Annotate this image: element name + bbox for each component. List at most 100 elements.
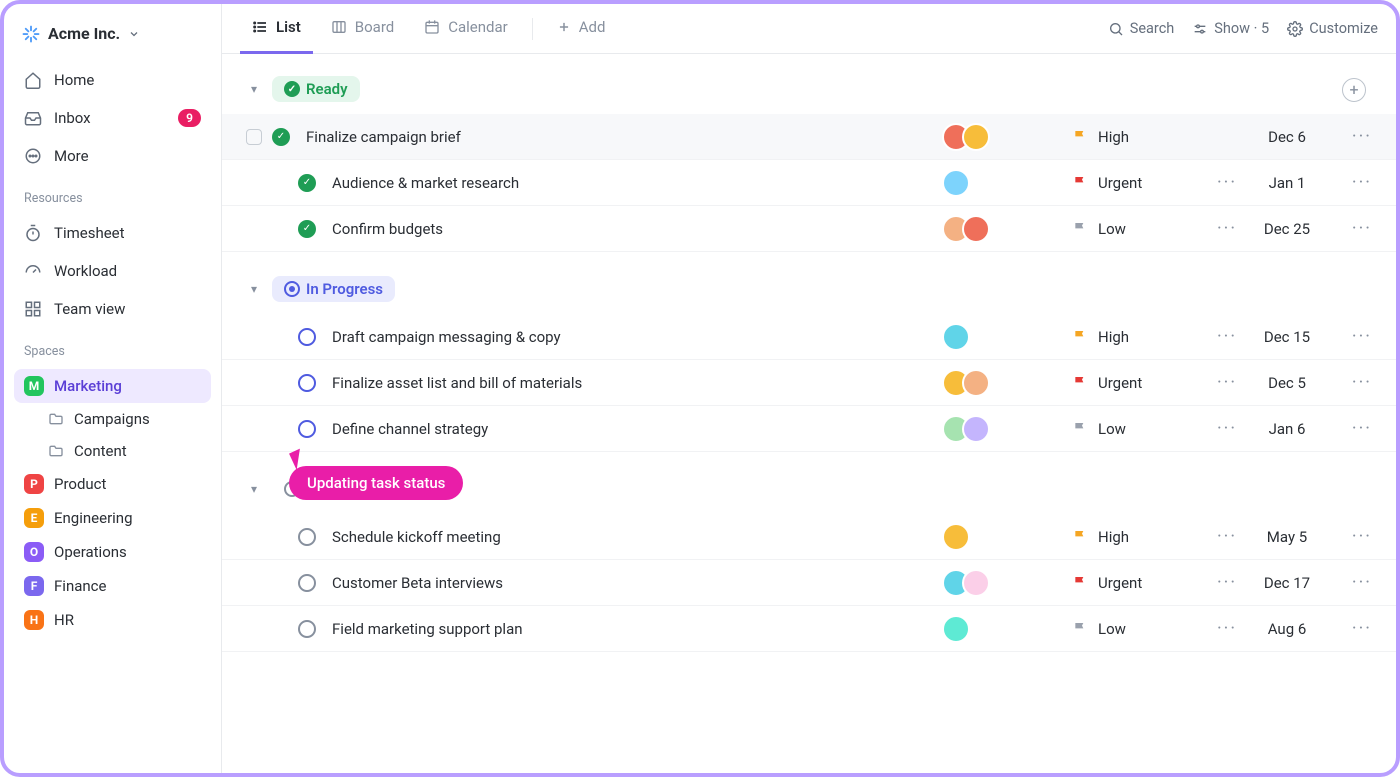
task-row[interactable]: ✓ Confirm budgets Low ··· Dec 25 ··· (222, 206, 1396, 252)
add-task-button[interactable]: + (1342, 76, 1372, 102)
avatar[interactable] (942, 169, 970, 197)
priority-cell[interactable]: Low (1072, 220, 1212, 238)
space-item-hr[interactable]: HHR (14, 603, 211, 637)
workspace-switcher[interactable]: Acme Inc. (14, 18, 211, 59)
avatar[interactable] (962, 369, 990, 397)
row-more-button[interactable]: ··· (1332, 526, 1372, 547)
collapse-toggle[interactable]: ▾ (246, 482, 262, 496)
due-date[interactable]: Dec 6 (1242, 128, 1332, 146)
folder-item[interactable]: Content (14, 435, 211, 467)
priority-cell[interactable]: Urgent (1072, 574, 1212, 592)
task-row[interactable]: Define channel strategy Low ··· Jan 6 ··… (222, 406, 1396, 452)
space-item-engineering[interactable]: EEngineering (14, 501, 211, 535)
subtasks-indicator[interactable]: ··· (1212, 372, 1242, 393)
subtasks-indicator[interactable]: ··· (1212, 618, 1242, 639)
task-status-icon[interactable] (298, 374, 316, 392)
subtasks-indicator[interactable]: ··· (1212, 526, 1242, 547)
row-more-button[interactable]: ··· (1332, 172, 1372, 193)
task-status-icon[interactable]: ✓ (298, 220, 316, 238)
task-status-icon[interactable]: ✓ (272, 128, 290, 146)
group-status-pill[interactable]: ✓Ready (272, 76, 360, 102)
task-row[interactable]: Draft campaign messaging & copy High ···… (222, 314, 1396, 360)
avatar[interactable] (962, 415, 990, 443)
add-view-button[interactable]: Add (545, 4, 618, 54)
collapse-toggle[interactable]: ▾ (246, 282, 262, 296)
task-status-icon[interactable]: ✓ (298, 174, 316, 192)
assignees[interactable] (942, 123, 1072, 151)
task-row[interactable]: Schedule kickoff meeting High ··· May 5 … (222, 514, 1396, 560)
priority-cell[interactable]: Low (1072, 420, 1212, 438)
assignees[interactable] (942, 215, 1072, 243)
priority-cell[interactable]: High (1072, 128, 1212, 146)
due-date[interactable]: Dec 25 (1242, 220, 1332, 238)
row-more-button[interactable]: ··· (1332, 218, 1372, 239)
task-status-icon[interactable] (298, 528, 316, 546)
task-checkbox[interactable] (246, 129, 262, 145)
priority-cell[interactable]: Urgent (1072, 174, 1212, 192)
priority-cell[interactable]: High (1072, 328, 1212, 346)
group-status-pill[interactable]: In Progress (272, 276, 395, 302)
assignees[interactable] (942, 615, 1072, 643)
space-item-product[interactable]: PProduct (14, 467, 211, 501)
task-row[interactable]: ✓ Audience & market research Urgent ··· … (222, 160, 1396, 206)
subtasks-indicator[interactable]: ··· (1212, 572, 1242, 593)
assignees[interactable] (942, 415, 1072, 443)
space-item-marketing[interactable]: MMarketing (14, 369, 211, 403)
subtasks-indicator[interactable]: ··· (1212, 218, 1242, 239)
task-status-icon[interactable] (298, 420, 316, 438)
task-row[interactable]: Customer Beta interviews Urgent ··· Dec … (222, 560, 1396, 606)
assignees[interactable] (942, 369, 1072, 397)
due-date[interactable]: Dec 5 (1242, 374, 1332, 392)
priority-cell[interactable]: Low (1072, 620, 1212, 638)
nav-inbox[interactable]: Inbox 9 (14, 101, 211, 135)
row-more-button[interactable]: ··· (1332, 572, 1372, 593)
folder-item[interactable]: Campaigns (14, 403, 211, 435)
row-more-button[interactable]: ··· (1332, 126, 1372, 147)
avatar[interactable] (962, 123, 990, 151)
avatar[interactable] (942, 615, 970, 643)
row-more-button[interactable]: ··· (1332, 418, 1372, 439)
due-date[interactable]: Dec 17 (1242, 574, 1332, 592)
assignees[interactable] (942, 523, 1072, 551)
customize-button[interactable]: Customize (1287, 20, 1378, 37)
row-more-button[interactable]: ··· (1332, 372, 1372, 393)
subtasks-indicator[interactable]: ··· (1212, 418, 1242, 439)
avatar[interactable] (942, 323, 970, 351)
nav-more[interactable]: More (14, 139, 211, 173)
search-button[interactable]: Search (1108, 20, 1175, 37)
due-date[interactable]: Jan 1 (1242, 174, 1332, 192)
task-status-icon[interactable] (298, 574, 316, 592)
avatar[interactable] (942, 523, 970, 551)
assignees[interactable] (942, 569, 1072, 597)
subtasks-indicator[interactable]: ··· (1212, 326, 1242, 347)
collapse-toggle[interactable]: ▾ (246, 82, 262, 96)
assignees[interactable] (942, 169, 1072, 197)
subtasks-indicator[interactable]: ··· (1212, 172, 1242, 193)
show-columns-button[interactable]: Show · 5 (1192, 20, 1269, 37)
priority-cell[interactable]: High (1072, 528, 1212, 546)
space-item-operations[interactable]: OOperations (14, 535, 211, 569)
view-tab-calendar[interactable]: Calendar (412, 4, 520, 54)
task-status-icon[interactable] (298, 620, 316, 638)
view-tab-list[interactable]: List (240, 4, 313, 54)
avatar[interactable] (962, 215, 990, 243)
space-item-finance[interactable]: FFinance (14, 569, 211, 603)
due-date[interactable]: Dec 15 (1242, 328, 1332, 346)
nav-home[interactable]: Home (14, 63, 211, 97)
row-more-button[interactable]: ··· (1332, 618, 1372, 639)
assignees[interactable] (942, 323, 1072, 351)
due-date[interactable]: Aug 6 (1242, 620, 1332, 638)
nav-timesheet[interactable]: Timesheet (14, 216, 211, 250)
nav-teamview[interactable]: Team view (14, 292, 211, 326)
task-status-icon[interactable] (298, 328, 316, 346)
priority-cell[interactable]: Urgent (1072, 374, 1212, 392)
avatar[interactable] (962, 569, 990, 597)
view-tab-board[interactable]: Board (319, 4, 406, 54)
nav-workload[interactable]: Workload (14, 254, 211, 288)
due-date[interactable]: May 5 (1242, 528, 1332, 546)
row-more-button[interactable]: ··· (1332, 326, 1372, 347)
task-row[interactable]: Finalize asset list and bill of material… (222, 360, 1396, 406)
due-date[interactable]: Jan 6 (1242, 420, 1332, 438)
task-row[interactable]: Field marketing support plan Low ··· Aug… (222, 606, 1396, 652)
task-row[interactable]: ✓ Finalize campaign brief High Dec 6 ··· (222, 114, 1396, 160)
